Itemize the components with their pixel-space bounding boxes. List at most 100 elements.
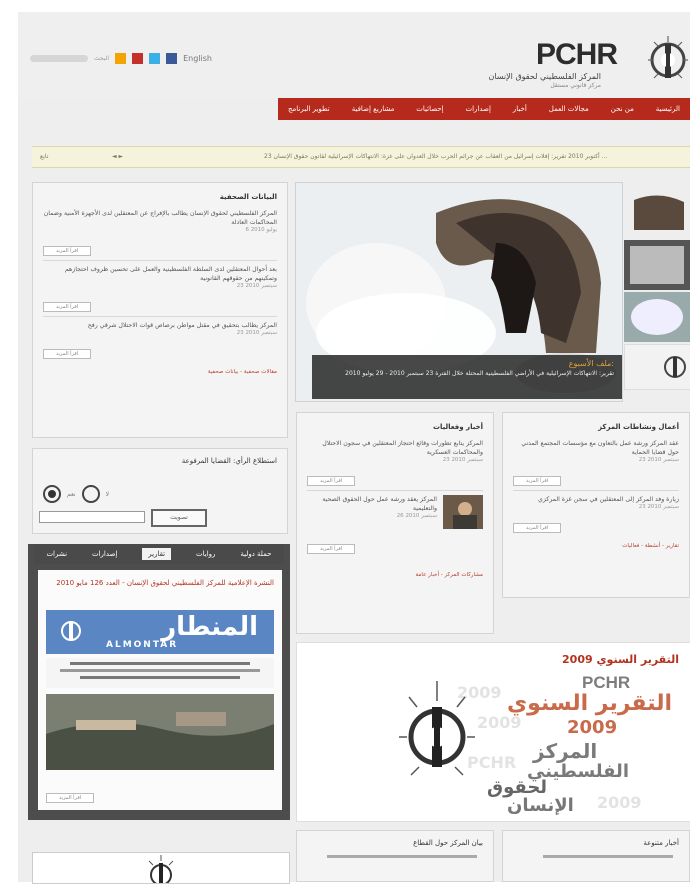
news-item-date: 23 سبتمبر 2010 — [236, 283, 277, 289]
nav-item[interactable]: أخبار — [513, 105, 527, 113]
slide-headline: ملف الأسبوع: — [568, 359, 614, 368]
news-item-text[interactable]: بعد أحوال المعتقلين لدى السلطة الفلسطيني… — [43, 265, 277, 283]
logo-title: PCHR — [536, 38, 618, 71]
search-label: البحث — [94, 54, 110, 62]
read-more-button[interactable]: اقرأ المزيد — [307, 476, 356, 486]
pchr-emblem-icon — [664, 356, 686, 378]
news-item-date: 6 يوليو 2010 — [245, 227, 277, 233]
box-footer-links[interactable]: تقارير - أنشطة - فعاليات — [513, 543, 679, 549]
magazine-cover-header[interactable]: المنطار ALMONTAR — [46, 610, 274, 654]
poll-options: نعم لا — [43, 485, 109, 503]
read-more-button[interactable]: اقرأ المزيد — [43, 349, 92, 359]
divider — [513, 490, 679, 491]
bottom-left-box: بيان المركز حول القطاع — [296, 830, 494, 882]
ticker-arrows-icon[interactable]: ◄ ► — [112, 147, 123, 167]
poll-radio-no[interactable] — [81, 485, 100, 503]
nav-item-home[interactable]: الرئيسية — [656, 105, 680, 113]
site-logo[interactable]: PCHR المركز الفلسطيني لحقوق الإنسان مركز… — [476, 30, 688, 94]
english-link[interactable]: English — [183, 54, 212, 63]
slide-thumbnail[interactable] — [624, 292, 690, 342]
box-title: بيان المركز حول القطاع — [413, 839, 483, 847]
slide-caption-overlay: ملف الأسبوع: تقرير: الانتهاكات الإسرائيل… — [312, 355, 622, 399]
nav-item[interactable]: مشاريع إضافية — [352, 105, 395, 113]
ticker-label[interactable]: تابع — [40, 147, 48, 167]
rss-icon[interactable] — [115, 52, 127, 64]
annual-report-pchr: PCHR — [582, 673, 631, 692]
tab-item[interactable]: حملة دولية — [240, 550, 271, 558]
ticker-text: 23 أكتوبر 2010 تقرير: إفلات إسرائيل من ا… — [264, 147, 607, 167]
magazine-cover-photo[interactable] — [46, 694, 274, 770]
pchr-emblem-icon — [399, 681, 475, 776]
poll-title: استطلاع الرأي: القضايا المرفوعة — [181, 457, 277, 465]
poll-text-field[interactable] — [39, 511, 145, 523]
pchr-emblem-icon — [61, 621, 81, 641]
pchr-emblem-icon — [648, 36, 688, 79]
news-item-text[interactable]: المركز يعقد ورشة عمل حول الحقوق الصحية و… — [307, 495, 437, 513]
annual-report-line: الإنسان — [507, 795, 574, 816]
news-item-text[interactable]: المركز يطالب بتحقيق في مقتل مواطن برصاص … — [43, 321, 277, 330]
slide-thumbnail[interactable] — [624, 240, 690, 290]
news-item-date: 23 سبتمبر 2010 — [638, 457, 679, 463]
read-more-button[interactable]: اقرأ المزيد — [43, 302, 92, 312]
logo-tagline: مركز قانوني مستقل — [550, 82, 601, 89]
news-item-text[interactable]: عقد المركز ورشة عمل بالتعاون مع مؤسسات ا… — [513, 439, 679, 457]
nav-item[interactable]: إحصائيات — [416, 105, 443, 113]
divider — [43, 260, 277, 261]
nav-item[interactable]: إصدارات — [466, 105, 491, 113]
read-more-button[interactable]: اقرأ المزيد — [513, 523, 562, 533]
social-links-bar: البحث English — [30, 48, 212, 68]
youtube-icon[interactable] — [132, 52, 144, 64]
box-title: أخبار وفعاليات — [432, 423, 483, 431]
annual-report-year: 2009 — [567, 717, 618, 738]
nav-item[interactable]: من نحن — [611, 105, 634, 113]
read-more-button[interactable]: اقرأ المزيد — [46, 793, 95, 803]
poll-option-label: لا — [105, 490, 109, 498]
featured-slideshow[interactable]: ملف الأسبوع: تقرير: الانتهاكات الإسرائيل… — [295, 182, 623, 402]
slide-thumbnail[interactable] — [624, 344, 690, 390]
news-item-text[interactable]: المركز يتابع تطورات وقائع احتجاز المعتقل… — [307, 439, 483, 457]
activities-box: أعمال ونشاطات المركز عقد المركز ورشة عمل… — [502, 412, 690, 598]
tab-item[interactable]: إصدارات — [92, 550, 117, 558]
annual-report-banner[interactable]: 2009 2009 PCHR 2009 التقرير السنوي 2009 … — [296, 642, 690, 822]
bottom-right-box: أخبار متنوعة — [502, 830, 690, 882]
nav-item[interactable]: تطوير البرنامج — [288, 105, 330, 113]
box-title: أعمال ونشاطات المركز — [598, 423, 679, 431]
box-footer-links[interactable]: مقالات صحفية - بيانات صحفية — [43, 369, 277, 375]
box-title: أخبار متنوعة — [643, 839, 679, 847]
news-item-date: 23 سبتمبر 2010 — [442, 457, 483, 463]
annual-report-title: التقرير السنوي 2009 — [562, 653, 679, 666]
news-item-text[interactable]: زيارة وفد المركز إلى المعتقلين في سجن غز… — [513, 495, 679, 504]
poll-option-label: نعم — [67, 490, 76, 498]
main-nav: تطوير البرنامج مشاريع إضافية إحصائيات إص… — [278, 98, 690, 120]
news-item-text[interactable]: المركز الفلسطيني لحقوق الإنسان يطالب بال… — [43, 209, 277, 227]
facebook-icon[interactable] — [166, 52, 178, 64]
vote-button[interactable]: تصويت — [151, 509, 207, 527]
logo-subtitle: المركز الفلسطيني لحقوق الإنسان — [488, 72, 601, 81]
divider — [43, 316, 277, 317]
search-input[interactable] — [30, 54, 88, 62]
tab-item-active[interactable]: تقارير — [142, 548, 172, 560]
news-thumbnail[interactable] — [443, 495, 483, 529]
bottom-logo-box[interactable] — [32, 852, 290, 884]
press-releases-box: البيانات الصحفية المركز الفلسطيني لحقوق … — [32, 182, 288, 438]
read-more-button[interactable]: اقرأ المزيد — [43, 246, 92, 256]
tab-item[interactable]: نشرات — [46, 550, 67, 558]
news-item-date: 23 سبتمبر 2010 — [236, 330, 277, 336]
tab-item[interactable]: روايات — [196, 550, 215, 558]
news-ticker[interactable]: تابع ◄ ► 23 أكتوبر 2010 تقرير: إفلات إسر… — [32, 146, 690, 168]
annual-report-line: التقرير السنوي — [507, 691, 673, 716]
slide-caption: تقرير: الانتهاكات الإسرائيلية في الأراضي… — [345, 370, 614, 377]
poll-radio-yes[interactable] — [43, 485, 61, 503]
twitter-icon[interactable] — [149, 52, 161, 64]
slide-thumbnail[interactable] — [624, 190, 690, 238]
read-more-button[interactable]: اقرأ المزيد — [307, 544, 356, 554]
magazine-intro-text — [46, 658, 274, 688]
box-footer-links[interactable]: مشاركات المركز - أخبار عامة — [307, 572, 483, 578]
nav-item[interactable]: مجالات العمل — [549, 105, 589, 113]
read-more-button[interactable]: اقرأ المزيد — [513, 476, 562, 486]
poll-box: استطلاع الرأي: القضايا المرفوعة نعم لا ت… — [32, 448, 288, 534]
pchr-emblem-icon — [148, 855, 174, 883]
publication-headline[interactable]: النشرة الإعلامية للمركز الفلسطيني لحقوق … — [38, 570, 282, 588]
page-margin — [0, 12, 18, 882]
publications-tabs: نشرات إصدارات تقارير روايات حملة دولية — [34, 544, 284, 564]
